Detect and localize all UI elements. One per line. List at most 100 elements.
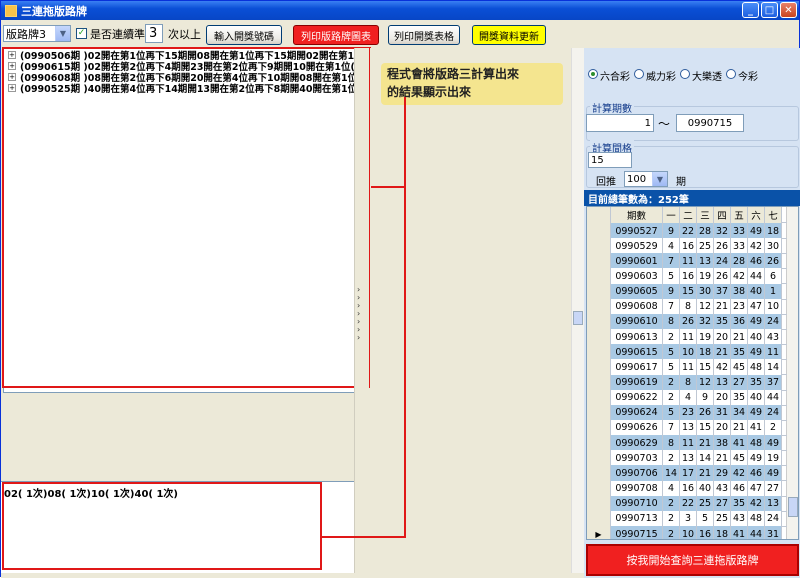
number-cell[interactable]: 37 — [714, 283, 731, 300]
number-cell[interactable]: 35 — [731, 495, 748, 512]
period-cell[interactable]: 0990624 — [611, 404, 663, 421]
number-cell[interactable]: 18 — [765, 223, 782, 239]
number-cell[interactable]: 11 — [680, 359, 697, 376]
number-cell[interactable]: 5 — [663, 344, 680, 361]
table-row[interactable]: 0990615 5 10 18 21 35 49 11 — [587, 344, 787, 361]
number-cell[interactable]: 11 — [680, 329, 697, 346]
period-cell[interactable]: 0990527 — [611, 223, 663, 239]
period-from-input[interactable]: 1 — [586, 114, 654, 132]
table-row[interactable]: 0990610 8 26 32 35 36 49 24 — [587, 313, 787, 330]
row-header-cell[interactable] — [587, 374, 611, 391]
times-input[interactable]: 3 — [145, 24, 163, 43]
row-header-cell[interactable] — [587, 465, 611, 482]
number-cell[interactable]: 12 — [697, 298, 714, 315]
number-cell[interactable]: 49 — [748, 223, 765, 239]
number-cell[interactable]: 37 — [765, 374, 782, 391]
number-cell[interactable]: 22 — [680, 223, 697, 239]
row-header-cell[interactable] — [587, 283, 611, 300]
period-cell[interactable]: 0990601 — [611, 253, 663, 270]
number-cell[interactable]: 35 — [748, 374, 765, 391]
number-cell[interactable]: 4 — [663, 480, 680, 497]
number-cell[interactable]: 30 — [697, 283, 714, 300]
interval-input[interactable]: 15 — [588, 152, 632, 168]
consecutive-checkbox[interactable]: ✓ — [76, 28, 87, 39]
period-cell[interactable]: 0990619 — [611, 374, 663, 391]
number-cell[interactable]: 2 — [663, 450, 680, 467]
number-cell[interactable]: 42 — [748, 495, 765, 512]
number-cell[interactable]: 32 — [697, 313, 714, 330]
number-cell[interactable]: 33 — [731, 238, 748, 255]
number-cell[interactable]: 2 — [663, 510, 680, 527]
number-cell[interactable]: 15 — [697, 359, 714, 376]
number-cell[interactable]: 11 — [680, 253, 697, 270]
column-header[interactable]: 七 — [765, 207, 782, 223]
number-cell[interactable]: 25 — [697, 238, 714, 255]
number-cell[interactable]: 2 — [663, 495, 680, 512]
row-header-cell[interactable] — [587, 359, 611, 376]
radio-lottery-4[interactable] — [726, 69, 736, 79]
number-cell[interactable]: 19 — [697, 268, 714, 285]
print-table-button[interactable]: 列印開獎表格 — [388, 25, 460, 45]
number-cell[interactable]: 34 — [731, 404, 748, 421]
number-cell[interactable]: 35 — [731, 389, 748, 406]
radio-lottery-2[interactable] — [634, 69, 644, 79]
table-row[interactable]: 0990619 2 8 12 13 27 35 37 — [587, 374, 787, 391]
number-cell[interactable]: 5 — [663, 404, 680, 421]
row-header-cell[interactable] — [587, 435, 611, 452]
number-cell[interactable]: 49 — [748, 344, 765, 361]
number-cell[interactable]: 38 — [714, 435, 731, 452]
table-row[interactable]: 0990603 5 16 19 26 42 44 6 — [587, 268, 787, 285]
number-cell[interactable]: 26 — [697, 404, 714, 421]
number-cell[interactable]: 13 — [680, 419, 697, 436]
number-cell[interactable]: 10 — [765, 298, 782, 315]
number-cell[interactable]: 8 — [680, 374, 697, 391]
minimize-button[interactable]: _ — [742, 2, 759, 18]
number-cell[interactable]: 19 — [765, 450, 782, 467]
number-cell[interactable]: 43 — [765, 329, 782, 346]
row-header-cell[interactable] — [587, 253, 611, 270]
number-cell[interactable]: 30 — [765, 238, 782, 255]
number-cell[interactable]: 42 — [714, 359, 731, 376]
table-row[interactable]: 0990529 4 16 25 26 33 42 30 — [587, 238, 787, 255]
number-cell[interactable]: 14 — [697, 450, 714, 467]
table-row[interactable]: 0990605 9 15 30 37 38 40 1 — [587, 283, 787, 300]
number-cell[interactable]: 24 — [765, 510, 782, 527]
number-cell[interactable]: 21 — [714, 298, 731, 315]
period-to-input[interactable]: 0990715 — [676, 114, 744, 132]
number-cell[interactable]: 4 — [663, 238, 680, 255]
row-header-cell[interactable] — [587, 238, 611, 255]
row-header-cell[interactable] — [587, 223, 611, 239]
row-header-cell[interactable] — [587, 404, 611, 421]
number-cell[interactable]: 2 — [663, 389, 680, 406]
period-cell[interactable]: 0990629 — [611, 435, 663, 452]
update-data-button[interactable]: 開獎資料更新 — [472, 25, 546, 45]
row-header-cell[interactable] — [587, 268, 611, 285]
number-cell[interactable]: 41 — [731, 526, 748, 539]
number-cell[interactable]: 2 — [765, 419, 782, 436]
column-header[interactable]: 六 — [748, 207, 765, 223]
row-header-cell[interactable] — [587, 313, 611, 330]
number-cell[interactable]: 35 — [731, 344, 748, 361]
number-cell[interactable]: 28 — [731, 253, 748, 270]
number-cell[interactable]: 46 — [731, 480, 748, 497]
period-cell[interactable]: 0990622 — [611, 389, 663, 406]
number-cell[interactable]: 49 — [765, 465, 782, 482]
number-cell[interactable]: 14 — [663, 465, 680, 482]
table-row[interactable]: 0990622 2 4 9 20 35 40 44 — [587, 389, 787, 406]
number-cell[interactable]: 25 — [714, 510, 731, 527]
number-cell[interactable]: 11 — [765, 344, 782, 361]
number-cell[interactable]: 26 — [765, 253, 782, 270]
number-cell[interactable]: 13 — [765, 495, 782, 512]
number-cell[interactable]: 27 — [714, 495, 731, 512]
number-cell[interactable]: 45 — [731, 450, 748, 467]
number-cell[interactable]: 49 — [748, 404, 765, 421]
number-cell[interactable]: 6 — [765, 268, 782, 285]
number-cell[interactable]: 43 — [731, 510, 748, 527]
number-cell[interactable]: 16 — [697, 526, 714, 539]
period-cell[interactable]: 0990603 — [611, 268, 663, 285]
number-cell[interactable]: 18 — [714, 526, 731, 539]
number-cell[interactable]: 5 — [697, 510, 714, 527]
number-cell[interactable]: 2 — [663, 329, 680, 346]
scroll-thumb[interactable] — [573, 311, 583, 325]
number-cell[interactable]: 24 — [765, 313, 782, 330]
